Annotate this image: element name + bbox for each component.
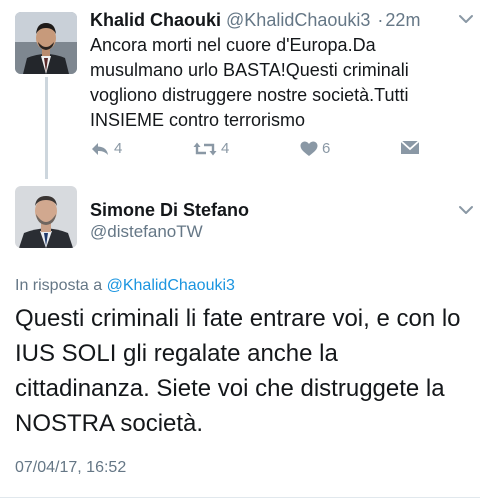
tweet-timestamp[interactable]: 07/04/17, 16:52 [15, 458, 126, 478]
reply-button[interactable]: 4 [90, 140, 122, 157]
in-reply-prefix: In risposta a [15, 277, 103, 294]
tweet-text-line: cittadinanza. Siete voi che distruggete … [15, 375, 445, 402]
chevron-down-icon[interactable] [458, 205, 474, 215]
tweet-text: Questi criminali li fate entrare voi, e … [15, 301, 475, 441]
avatar[interactable] [15, 12, 77, 74]
reply-icon [92, 142, 108, 155]
parent-tweet-header: Khalid Chaouki @KhalidChaouki3 · 22m [90, 9, 420, 31]
parent-tweet[interactable]: Khalid Chaouki @KhalidChaouki3 · 22m Anco… [0, 0, 480, 178]
tweet-text-line: Questi criminali li fate entrare voi, e … [15, 305, 461, 332]
avatar[interactable] [15, 186, 77, 248]
author-handle[interactable]: @KhalidChaouki3 [226, 10, 370, 30]
author-name[interactable]: Khalid Chaouki [90, 10, 221, 30]
in-reply-to: In risposta a @KhalidChaouki3 [15, 276, 235, 296]
reply-count: 4 [114, 140, 123, 157]
divider [0, 497, 480, 498]
tweet-text-line: INSIEME contro terrorismo [90, 110, 306, 130]
retweet-button[interactable]: 4 [193, 140, 229, 157]
retweet-count: 4 [221, 140, 230, 157]
tweet-text: Ancora morti nel cuore d'Europa.Da musul… [90, 33, 470, 133]
direct-message-button[interactable] [400, 140, 420, 155]
heart-icon [300, 141, 318, 156]
chevron-down-icon[interactable] [458, 14, 474, 24]
in-reply-mention-link[interactable]: @KhalidChaouki3 [107, 277, 235, 294]
tweet-text-line: IUS SOLI gli regalate anche la [15, 340, 338, 367]
tweet-text-line: NOSTRA società. [15, 410, 204, 437]
like-count: 6 [322, 140, 331, 157]
tweet-text-line: vogliono distruggere nostre società.Tutt… [90, 85, 409, 105]
author-handle[interactable]: @distefanoTW [90, 221, 203, 243]
author-name[interactable]: Simone Di Stefano [90, 199, 249, 221]
separator-dot: · [377, 10, 384, 30]
tweet-text-line: Ancora morti nel cuore d'Europa.Da [90, 35, 376, 55]
retweet-icon [193, 142, 217, 155]
tweet-text-line: musulmano urlo BASTA!Questi criminali [90, 60, 409, 80]
direct-message-icon [400, 140, 420, 154]
time-ago[interactable]: 22m [385, 10, 420, 30]
like-button[interactable]: 6 [300, 140, 330, 157]
